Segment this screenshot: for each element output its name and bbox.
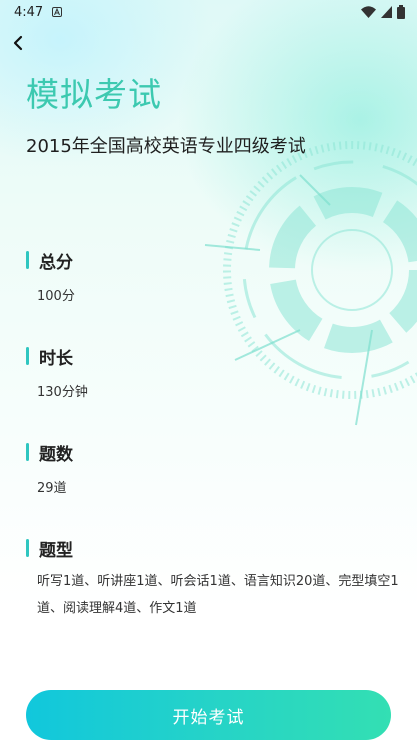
section-total-score: 总分 100分 <box>26 248 75 304</box>
question-count-value: 29道 <box>37 481 67 496</box>
section-accent-bar <box>26 251 29 269</box>
wifi-icon <box>361 6 376 18</box>
chevron-left-icon <box>13 35 23 51</box>
section-accent-bar <box>26 347 29 365</box>
total-score-value: 100分 <box>37 289 75 304</box>
duration-value: 130分钟 <box>37 385 88 400</box>
status-time: 4:47 <box>14 4 44 20</box>
section-question-types: 题型 听写1道、听讲座1道、听会话1道、语言知识20道、完型填空1道、阅读理解4… <box>26 536 407 622</box>
section-title: 时长 <box>39 348 73 369</box>
battery-icon <box>397 5 405 19</box>
section-title: 总分 <box>39 252 73 273</box>
question-types-value: 听写1道、听讲座1道、听会话1道、语言知识20道、完型填空1道、阅读理解4道、作… <box>37 574 399 616</box>
cell-signal-icon <box>381 6 392 18</box>
back-button[interactable] <box>6 30 30 56</box>
section-accent-bar <box>26 539 29 557</box>
section-title: 题型 <box>39 540 73 561</box>
section-duration: 时长 130分钟 <box>26 344 88 400</box>
start-exam-button[interactable]: 开始考试 <box>26 690 391 740</box>
section-accent-bar <box>26 443 29 461</box>
notification-a-icon <box>52 7 63 17</box>
section-question-count: 题数 29道 <box>26 440 73 496</box>
status-bar: 4:47 <box>0 0 417 24</box>
exam-name: 2015年全国高校英语专业四级考试 <box>26 136 306 157</box>
page-title: 模拟考试 <box>26 75 162 114</box>
section-title: 题数 <box>39 444 73 465</box>
